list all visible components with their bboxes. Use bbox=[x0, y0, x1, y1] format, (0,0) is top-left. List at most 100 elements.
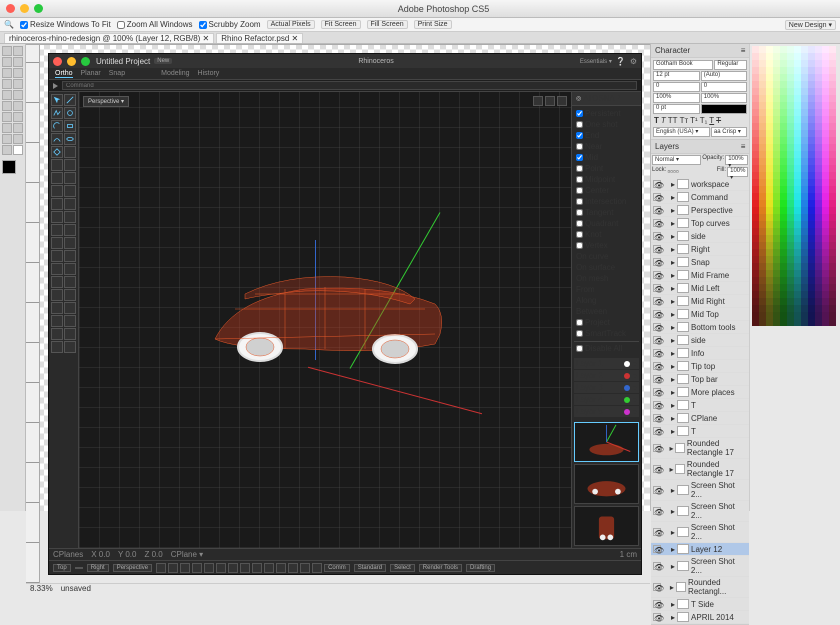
document-tab[interactable]: Rhino Refactor.psd ✕ bbox=[216, 33, 303, 43]
swatch[interactable] bbox=[794, 60, 801, 67]
swatch[interactable] bbox=[759, 200, 766, 207]
swatch[interactable] bbox=[773, 95, 780, 102]
swatch[interactable] bbox=[822, 123, 829, 130]
swatch[interactable] bbox=[780, 305, 787, 312]
swatch[interactable] bbox=[787, 179, 794, 186]
visibility-icon[interactable]: 👁 bbox=[653, 427, 661, 435]
swatch[interactable] bbox=[822, 193, 829, 200]
swatch[interactable] bbox=[801, 88, 808, 95]
swatch[interactable] bbox=[808, 305, 815, 312]
swatch[interactable] bbox=[752, 88, 759, 95]
swatch[interactable] bbox=[787, 263, 794, 270]
osnap-item[interactable]: Midpoint bbox=[574, 174, 639, 185]
tab-history[interactable]: History bbox=[198, 70, 220, 77]
swatch[interactable] bbox=[822, 214, 829, 221]
swatch[interactable] bbox=[787, 221, 794, 228]
swatch[interactable] bbox=[766, 270, 773, 277]
swatch[interactable] bbox=[829, 193, 836, 200]
swatch[interactable] bbox=[808, 46, 815, 53]
swatch[interactable] bbox=[801, 53, 808, 60]
panel-menu-icon[interactable]: ≡ bbox=[741, 46, 746, 55]
split-tool-icon[interactable] bbox=[64, 237, 76, 249]
kerning-field[interactable]: 0 bbox=[653, 82, 700, 92]
visibility-icon[interactable]: 👁 bbox=[653, 284, 661, 292]
swatch[interactable] bbox=[766, 46, 773, 53]
swatch[interactable] bbox=[822, 165, 829, 172]
swatch[interactable] bbox=[815, 74, 822, 81]
swatch[interactable] bbox=[759, 277, 766, 284]
swatch[interactable] bbox=[822, 88, 829, 95]
btm-icon[interactable] bbox=[204, 563, 214, 573]
swatch[interactable] bbox=[808, 298, 815, 305]
swatch[interactable] bbox=[780, 60, 787, 67]
foreground-color[interactable] bbox=[2, 160, 16, 174]
swatch[interactable] bbox=[766, 60, 773, 67]
visibility-icon[interactable]: 👁 bbox=[653, 245, 661, 253]
swatch[interactable] bbox=[808, 95, 815, 102]
osnap-item[interactable]: Center bbox=[574, 185, 639, 196]
swatch[interactable] bbox=[829, 256, 836, 263]
zoom-tool-icon[interactable] bbox=[13, 145, 23, 155]
swatch[interactable] bbox=[829, 123, 836, 130]
swatch[interactable] bbox=[759, 109, 766, 116]
swatch[interactable] bbox=[815, 88, 822, 95]
swatch[interactable] bbox=[773, 228, 780, 235]
swatch[interactable] bbox=[752, 179, 759, 186]
swatch[interactable] bbox=[759, 263, 766, 270]
swatch[interactable] bbox=[808, 123, 815, 130]
btm-icon[interactable] bbox=[264, 563, 274, 573]
swatch[interactable] bbox=[815, 95, 822, 102]
swatch[interactable] bbox=[766, 305, 773, 312]
zoom-icon[interactable] bbox=[34, 4, 43, 13]
swatch[interactable] bbox=[759, 88, 766, 95]
swatch[interactable] bbox=[801, 298, 808, 305]
swatch[interactable] bbox=[829, 144, 836, 151]
disable-all[interactable]: Disable All bbox=[574, 341, 639, 354]
btm-icon[interactable] bbox=[228, 563, 238, 573]
swatch[interactable] bbox=[752, 67, 759, 74]
swatch[interactable] bbox=[794, 53, 801, 60]
swatch[interactable] bbox=[808, 200, 815, 207]
swatch[interactable] bbox=[759, 158, 766, 165]
tab-snap[interactable]: Snap bbox=[109, 70, 125, 77]
swatch[interactable] bbox=[759, 165, 766, 172]
gradient-tool-icon[interactable] bbox=[13, 101, 23, 111]
swatch[interactable] bbox=[815, 207, 822, 214]
visibility-icon[interactable]: 👁 bbox=[653, 444, 661, 452]
swatch[interactable] bbox=[780, 221, 787, 228]
marquee-tool-icon[interactable] bbox=[13, 46, 23, 56]
swatch[interactable] bbox=[794, 158, 801, 165]
btm-tab[interactable] bbox=[75, 567, 83, 569]
sphere-tool-icon[interactable] bbox=[64, 159, 76, 171]
swatch[interactable] bbox=[766, 284, 773, 291]
swatch[interactable] bbox=[773, 179, 780, 186]
swatch[interactable] bbox=[808, 242, 815, 249]
osnap-item[interactable]: Tangent bbox=[574, 207, 639, 218]
swatch[interactable] bbox=[787, 116, 794, 123]
swatch[interactable] bbox=[787, 95, 794, 102]
swatch[interactable] bbox=[829, 151, 836, 158]
swatch[interactable] bbox=[794, 130, 801, 137]
btm-tab[interactable]: Right bbox=[87, 564, 109, 572]
swatch[interactable] bbox=[759, 298, 766, 305]
swatch[interactable] bbox=[773, 270, 780, 277]
ps-layer-row[interactable]: 👁▸Perspective bbox=[651, 204, 749, 217]
swatch[interactable] bbox=[808, 207, 815, 214]
shape-tool-icon[interactable] bbox=[13, 134, 23, 144]
swatch[interactable] bbox=[808, 137, 815, 144]
swatch[interactable] bbox=[808, 144, 815, 151]
swatch[interactable] bbox=[787, 284, 794, 291]
swatch[interactable] bbox=[773, 235, 780, 242]
swatch[interactable] bbox=[780, 95, 787, 102]
swatch[interactable] bbox=[829, 200, 836, 207]
swatch[interactable] bbox=[752, 235, 759, 242]
swatch[interactable] bbox=[794, 186, 801, 193]
swatch[interactable] bbox=[808, 60, 815, 67]
swatch[interactable] bbox=[766, 95, 773, 102]
swatch[interactable] bbox=[801, 228, 808, 235]
swatch[interactable] bbox=[752, 242, 759, 249]
swatch[interactable] bbox=[808, 270, 815, 277]
swatch[interactable] bbox=[759, 81, 766, 88]
osnap-persistent[interactable]: Persistent bbox=[574, 108, 639, 119]
swatch[interactable] bbox=[766, 214, 773, 221]
